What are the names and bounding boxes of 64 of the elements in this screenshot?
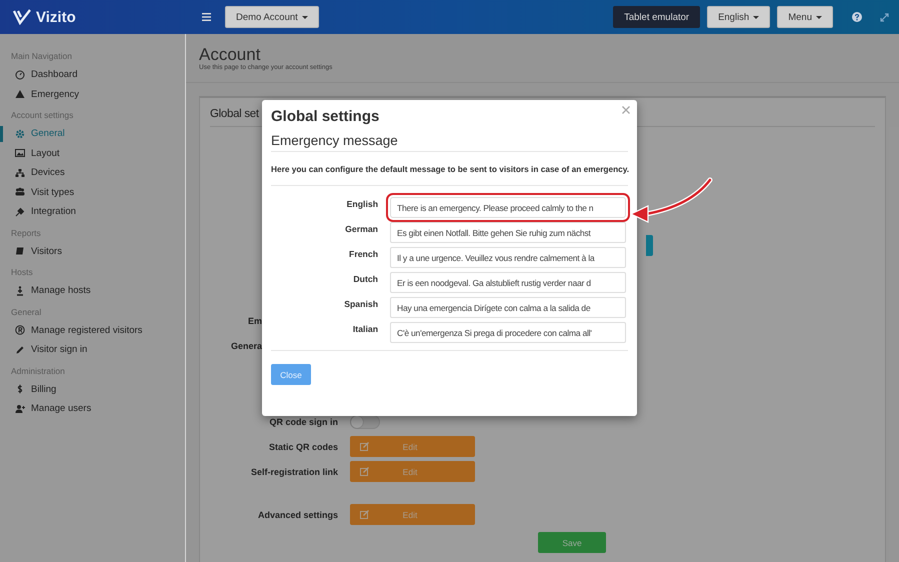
section-heading: Account settings: [10, 109, 74, 122]
add-user-icon: [15, 404, 25, 414]
section-title: Emergency message: [271, 133, 398, 150]
dropdown-button[interactable]: Menu: [777, 6, 833, 28]
person-icon: [15, 286, 25, 296]
section-heading: Hosts: [10, 266, 34, 279]
section-heading: Reports: [10, 226, 42, 240]
warning-icon: [15, 89, 25, 100]
logo-text: Vizito: [36, 8, 76, 26]
language-label: French: [349, 249, 378, 259]
message-field[interactable]: Es gibt einen Notfall. Bitte gehen Sie ruhig zum nächst: [390, 222, 626, 243]
section-heading: Main Navigation: [10, 50, 73, 63]
field-label: Em: [248, 316, 262, 326]
language-label: English: [346, 199, 378, 209]
registered-icon: [15, 325, 25, 336]
help-icon[interactable]: [852, 12, 862, 22]
nav-item[interactable]: Integration: [0, 202, 185, 222]
dropdown-button[interactable]: English: [707, 6, 770, 28]
section-heading: Administration: [10, 364, 66, 378]
nav-item[interactable]: Billing: [0, 380, 185, 399]
language-label: German: [345, 224, 378, 234]
sitemap-icon: [15, 168, 25, 178]
image-icon: [15, 148, 25, 158]
edit-icon: [360, 510, 369, 519]
nav-item[interactable]: Dashboard: [0, 65, 185, 84]
logo-icon: [12, 9, 32, 25]
language-label: Italian: [352, 324, 378, 334]
nav-item[interactable]: Manage hosts: [0, 281, 185, 300]
nav-item[interactable]: Manage registered visitors: [0, 320, 185, 340]
message-field[interactable]: C'è un'emergenza Si prega di procedere con calma all': [390, 322, 626, 343]
card-title: Global set: [210, 107, 259, 122]
nav-item[interactable]: Emergency: [0, 84, 185, 104]
account-dropdown[interactable]: Demo Account: [225, 6, 319, 28]
nav-item[interactable]: Visitors: [0, 242, 185, 261]
nav-item[interactable]: Manage users: [0, 399, 185, 418]
setting-label: Self-registration link: [250, 466, 338, 476]
modal-title: Global settings: [271, 107, 380, 125]
message-field[interactable]: Hay una emergencia Dirígete con calma a la salida de: [390, 297, 626, 318]
users-icon: [15, 187, 25, 198]
description: Here you can configure the default message to be sent to visitors in case of an emergency.: [271, 163, 628, 176]
plug-icon: [15, 206, 25, 217]
nav-item[interactable]: Visitor sign in: [0, 340, 185, 360]
edit-icon: [360, 467, 369, 476]
emulator-button[interactable]: Tablet emulator: [613, 6, 700, 28]
language-label: Dutch: [353, 274, 378, 284]
nav-item[interactable]: Visit types: [0, 182, 185, 202]
message-field[interactable]: Il y a une urgence. Veuillez vous rendre calmement à la: [390, 247, 626, 268]
gear-icon: [15, 128, 25, 139]
setting-label: Advanced settings: [258, 510, 338, 520]
nav-item[interactable]: Layout: [0, 144, 185, 163]
menu-icon[interactable]: [202, 13, 211, 21]
dollar-icon: [15, 384, 25, 394]
expand-icon[interactable]: [880, 12, 889, 22]
section-heading: General: [10, 306, 42, 318]
field-label: Genera: [230, 341, 262, 351]
nav-item[interactable]: Devices: [0, 163, 185, 182]
page-title: Account: [199, 46, 260, 64]
language-label: Spanish: [344, 299, 378, 309]
setting-label: QR code sign in: [269, 416, 338, 426]
setting-label: Static QR codes: [268, 442, 338, 452]
edit-icon: [360, 442, 369, 451]
pencil-icon: [15, 344, 25, 355]
message-field[interactable]: Er is een noodgeval. Ga alstublieft rustig verder naar d: [390, 272, 626, 293]
dashboard-icon: [15, 70, 25, 80]
